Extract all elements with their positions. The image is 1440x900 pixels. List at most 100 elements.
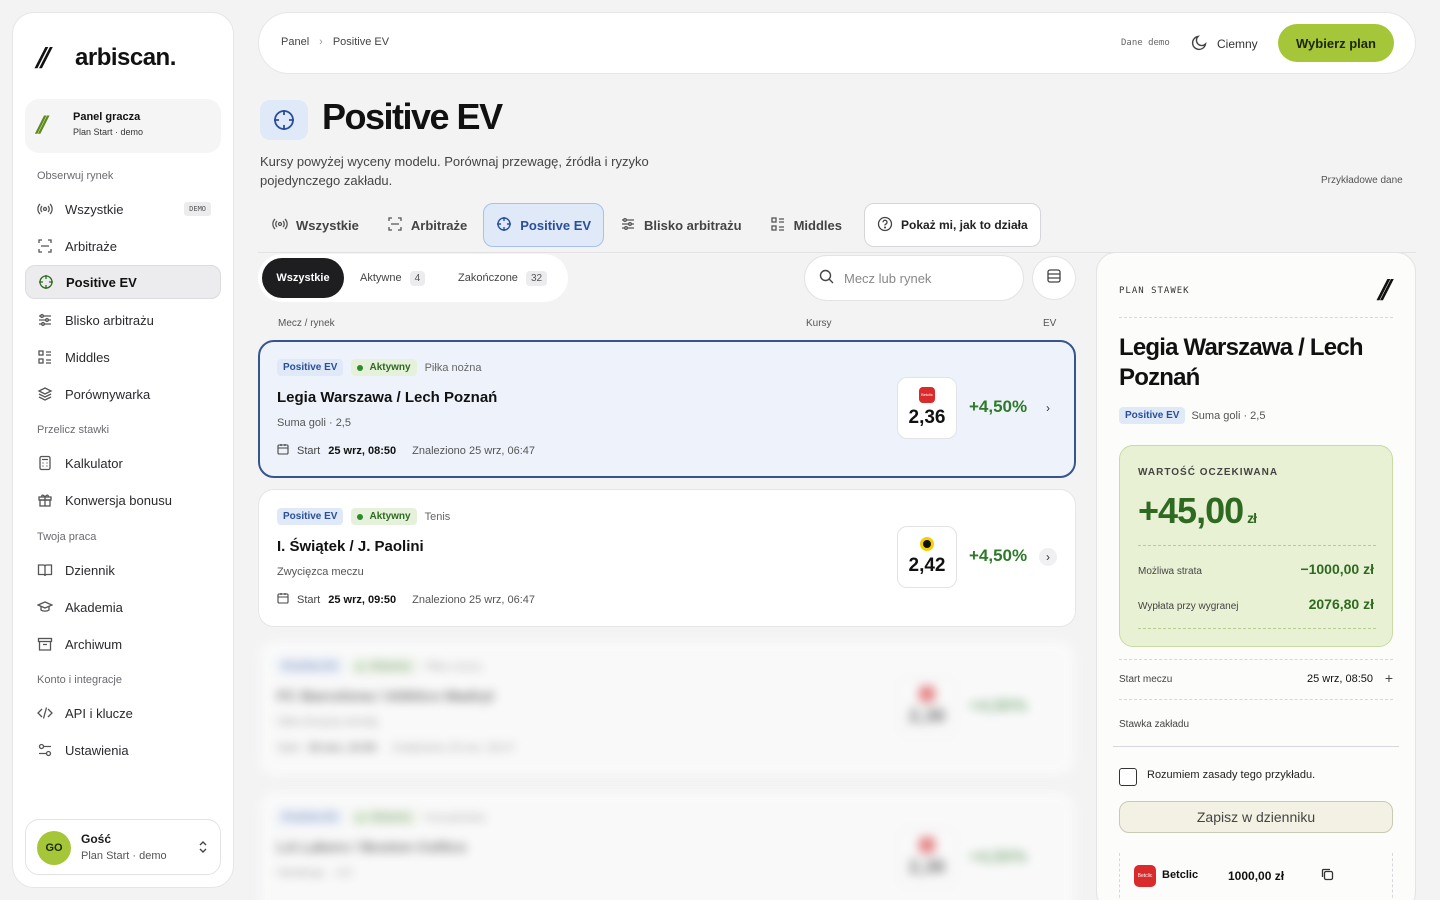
player-panel-card[interactable]: // Panel gracza Plan Start · demo [25, 99, 221, 153]
sidebar-item-compare[interactable]: Porównywarka [25, 377, 221, 411]
start-time: 25 wrz, 08:50 [328, 444, 397, 457]
market-name: Zwycięzca meczu [277, 566, 364, 578]
start-time: 25 wrz, 10:50 [308, 742, 377, 754]
positive-ev-chip: Positive EV [277, 508, 344, 525]
tab-label: Middles [793, 217, 842, 233]
rows-icon [1046, 268, 1062, 289]
odds-box[interactable]: Betclic 2,36 [897, 377, 957, 439]
broadcast-icon [37, 201, 53, 217]
breadcrumb-panel[interactable]: Panel [281, 36, 309, 48]
sidebar-item-calculator[interactable]: Kalkulator [25, 446, 221, 480]
tab-all[interactable]: Wszystkie [260, 203, 371, 247]
calendar-icon [277, 592, 289, 607]
chevron-up-down-icon [198, 838, 208, 858]
sidebar-item-near-arb[interactable]: Blisko arbitrażu [25, 303, 221, 337]
calendar-icon [277, 443, 289, 458]
search-icon [819, 269, 834, 287]
sidebar-item-positive-ev[interactable]: Positive EV [25, 265, 221, 299]
sport-label: Tenis [424, 510, 451, 523]
positive-ev-chip: Positive EV [277, 658, 344, 675]
sidebar-item-label: Akademia [65, 599, 123, 615]
ev-value: +4,50% [969, 546, 1028, 565]
status-badge: Aktywny [351, 508, 417, 525]
odds-box: 2,36 [897, 827, 957, 889]
sidebar-item-api[interactable]: API i klucze [25, 696, 221, 730]
odds-value: 2,42 [908, 555, 946, 576]
sidebar-item-arbs[interactable]: Arbitraże [25, 229, 221, 263]
stake-label: Stawka zakładu [1119, 719, 1190, 730]
status-badge: Aktywny [351, 658, 417, 675]
status-filter: Wszystkie Aktywne 4 Zakończone 32 [258, 254, 568, 302]
status-dot-icon [357, 513, 364, 520]
logo[interactable]: // arbiscan. [37, 43, 176, 73]
broadcast-icon [272, 216, 288, 235]
bet-card[interactable]: Positive EV Aktywny Piłka nożna Legia Wa… [258, 340, 1076, 478]
help-circle-icon [877, 216, 893, 235]
page-target-icon [260, 100, 308, 140]
match-name: LA Lakers / Boston Celtics [277, 839, 467, 856]
filter-active[interactable]: Aktywne 4 [360, 258, 426, 298]
tab-arbs[interactable]: Arbitraże [375, 203, 479, 247]
sidebar-item-label: Dziennik [65, 562, 115, 578]
sidebar-item-all[interactable]: Wszystkie DEMO [25, 192, 221, 226]
tab-middles[interactable]: Middles [758, 203, 854, 247]
nav-section-account: Konto i integracje [37, 674, 122, 686]
chevron-right-icon[interactable]: › [1039, 548, 1057, 566]
sliders-icon [620, 216, 636, 235]
start-label: Start [297, 444, 321, 457]
status-label: Aktywny [369, 511, 411, 522]
sidebar-item-journal[interactable]: Dziennik [25, 553, 221, 587]
sidebar-item-archive[interactable]: Archiwum [25, 627, 221, 661]
sliders-icon [37, 312, 53, 328]
save-to-journal-button[interactable]: Zapisz w dzienniku [1119, 801, 1393, 833]
how-it-works-button[interactable]: Pokaż mi, jak to działa [863, 203, 1041, 247]
match-name: I. Świątek / J. Paolini [277, 538, 424, 555]
betclic-logo-icon: Betclic [1134, 865, 1156, 887]
view-toggle-button[interactable] [1032, 256, 1076, 300]
divider [1138, 545, 1376, 546]
target-icon [496, 216, 512, 235]
sidebar-item-settings[interactable]: Ustawienia [25, 733, 221, 767]
sidebar-item-label: Kalkulator [65, 455, 123, 471]
filter-label: Aktywne [360, 272, 402, 284]
divider [1138, 628, 1376, 629]
sidebar-item-label: Wszystkie [65, 201, 124, 217]
plus-icon[interactable]: + [1385, 670, 1393, 686]
panel-label: PLAN STAWEK [1119, 286, 1190, 296]
settings-toggles-icon [37, 742, 53, 758]
breadcrumb: Panel › Positive EV [281, 36, 389, 48]
sidebar-item-academy[interactable]: Akademia [25, 590, 221, 624]
bet-card[interactable]: Positive EV Aktywny Tenis I. Świątek / J… [258, 489, 1076, 627]
demo-badge: DEMO [184, 202, 211, 216]
archive-icon [37, 636, 53, 652]
tab-near-arb[interactable]: Blisko arbitrażu [608, 203, 754, 247]
stake-input-underline[interactable] [1113, 746, 1399, 747]
scan-icon [387, 216, 403, 235]
card-meta: Start 25 wrz, 08:50 Znaleziono 25 wrz, 0… [277, 443, 535, 458]
filter-all[interactable]: Wszystkie [262, 258, 344, 298]
card-meta: Start 25 wrz, 09:50 Znaleziono 25 wrz, 0… [277, 592, 535, 607]
column-header-match: Mecz / rynek [278, 318, 335, 329]
chevron-right-icon[interactable]: › [1039, 399, 1057, 417]
divider [1119, 699, 1393, 700]
search-input[interactable]: Mecz lub rynek [804, 255, 1024, 301]
code-icon [37, 705, 53, 721]
ev-currency: zł [1247, 510, 1257, 526]
choose-plan-button[interactable]: Wybierz plan [1278, 24, 1394, 62]
theme-toggle[interactable]: Ciemny [1191, 33, 1258, 54]
scan-icon [37, 238, 53, 254]
sidebar-item-middles[interactable]: Middles [25, 340, 221, 374]
ack-checkbox[interactable] [1119, 768, 1137, 786]
found-time: Znaleziono 25 wrz, 06:47 [392, 742, 516, 754]
ev-value: +4,50% [969, 696, 1028, 715]
sidebar-item-bonus[interactable]: Konwersja bonusu [25, 483, 221, 517]
market-name: Suma goli · 2,5 [277, 417, 351, 429]
copy-icon[interactable] [1320, 867, 1335, 887]
tab-positive-ev[interactable]: Positive EV [483, 203, 605, 247]
odds-box: 2,36 [897, 676, 957, 738]
filter-finished[interactable]: Zakończone 32 [458, 258, 548, 298]
sidebar-item-label: Middles [65, 349, 110, 365]
sport-label: Koszykówka [424, 811, 486, 824]
odds-box[interactable]: 2,42 [897, 526, 957, 588]
user-account-switcher[interactable]: GO Gość Plan Start · demo [25, 819, 221, 875]
